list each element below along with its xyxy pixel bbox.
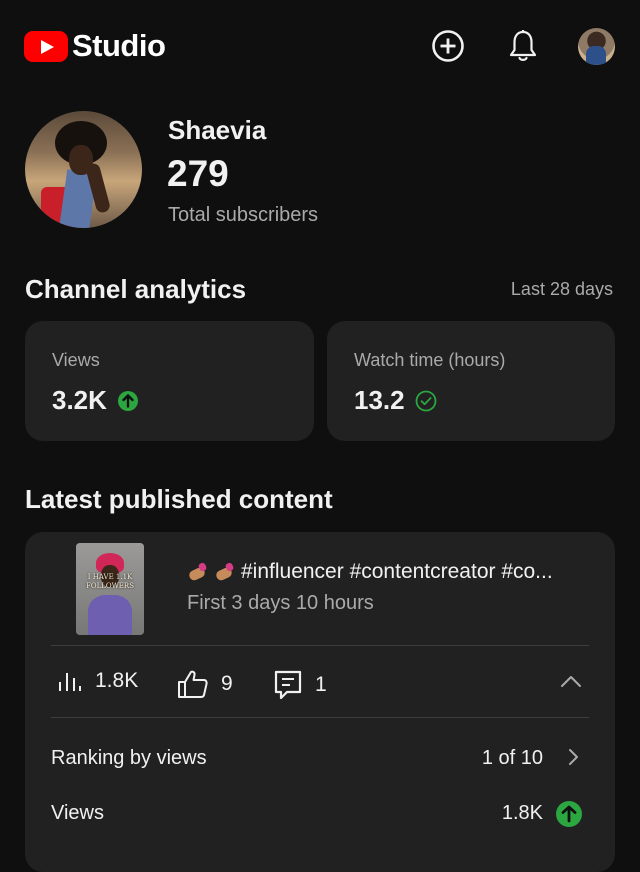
likes-metric-value: 9 xyxy=(221,672,233,695)
comment-icon xyxy=(274,670,302,700)
thumbs-up-icon xyxy=(178,670,208,698)
arrow-up-circle-icon xyxy=(556,801,582,827)
divider xyxy=(51,717,589,718)
subscriber-label: Total subscribers xyxy=(168,204,319,226)
nail-polish-icon xyxy=(214,561,236,581)
likes-metric: 9 xyxy=(177,669,233,699)
video-title-text: #influencer #contentcreator #co... xyxy=(241,560,553,583)
nail-polish-icon xyxy=(187,561,209,581)
views-metric-value: 1.8K xyxy=(95,669,139,692)
bell-icon xyxy=(509,30,537,61)
comments-metric: 1 xyxy=(273,669,327,701)
ranking-row[interactable]: Ranking by views 1 of 10 xyxy=(51,741,589,777)
channel-profile: Shaevia 279 Total subscribers xyxy=(25,111,615,231)
video-metrics: 1.8K 9 1 xyxy=(51,663,589,707)
video-timeframe: First 3 days 10 hours xyxy=(187,592,374,614)
latest-content-card: I HAVE 1.1K FOLLOWERS #influencer #conte… xyxy=(25,532,615,872)
chevron-up-icon[interactable] xyxy=(559,673,583,689)
channel-name: Shaevia xyxy=(168,115,267,145)
views-metric: 1.8K xyxy=(57,669,138,693)
watch-time-card-label: Watch time (hours) xyxy=(354,350,506,370)
notifications-button[interactable] xyxy=(503,26,543,66)
account-avatar[interactable] xyxy=(578,28,615,65)
watch-time-card-value: 13.2 xyxy=(354,385,405,415)
views-card-label: Views xyxy=(52,350,100,370)
check-circle-icon xyxy=(415,390,437,411)
youtube-play-icon xyxy=(24,30,68,62)
studio-logo[interactable]: Studio xyxy=(24,28,166,64)
video-thumbnail[interactable]: I HAVE 1.1K FOLLOWERS xyxy=(76,543,144,635)
chevron-right-icon xyxy=(569,749,578,765)
logo-text: Studio xyxy=(72,28,166,63)
comments-metric-value: 1 xyxy=(315,673,327,696)
channel-avatar[interactable] xyxy=(25,111,142,228)
views-row-label: Views xyxy=(51,802,104,824)
video-title[interactable]: #influencer #contentcreator #co... xyxy=(187,560,597,584)
views-card[interactable]: Views 3.2K xyxy=(25,321,314,441)
views-card-value: 3.2K xyxy=(52,385,107,415)
plus-circle-icon xyxy=(432,30,464,62)
bar-chart-icon xyxy=(59,673,81,691)
analytics-period: Last 28 days xyxy=(510,279,613,299)
analytics-title: Channel analytics xyxy=(25,274,247,304)
latest-content-title: Latest published content xyxy=(25,484,333,514)
watch-time-card-value-row: 13.2 xyxy=(354,385,437,416)
thumbnail-caption: I HAVE 1.1K FOLLOWERS xyxy=(85,573,134,590)
create-button[interactable] xyxy=(428,26,468,66)
ranking-value: 1 of 10 xyxy=(481,747,543,769)
subscriber-count: 279 xyxy=(167,153,229,194)
ranking-label: Ranking by views xyxy=(51,747,207,769)
views-card-value-row: 3.2K xyxy=(52,385,139,416)
views-row[interactable]: Views 1.8K xyxy=(51,796,589,832)
divider xyxy=(51,645,589,646)
watch-time-card[interactable]: Watch time (hours) 13.2 xyxy=(327,321,615,441)
arrow-up-circle-icon xyxy=(117,390,138,411)
app-header: Studio xyxy=(0,0,640,96)
views-row-value: 1.8K xyxy=(501,802,543,824)
